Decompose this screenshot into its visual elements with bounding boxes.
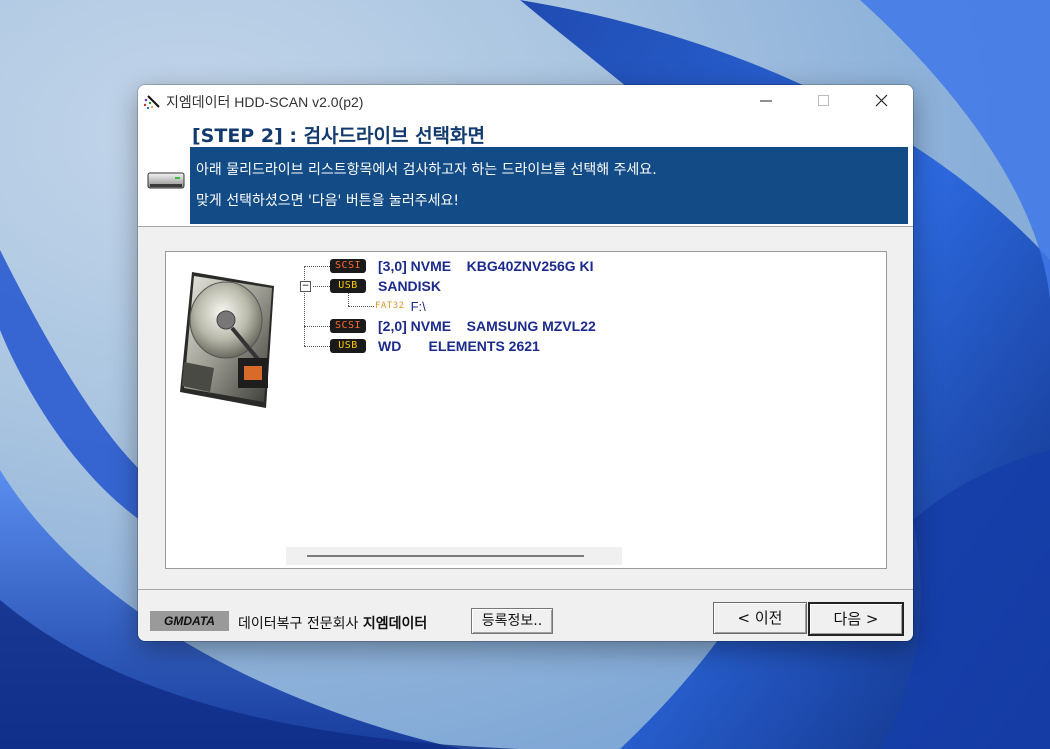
hard-drive-icon <box>147 172 185 189</box>
close-button[interactable] <box>858 85 904 116</box>
step-header: [STEP 2] : 검사드라이브 선택화면 아래 물리드라이브 리스트항목에서… <box>138 116 913 226</box>
tree-connector <box>304 266 305 346</box>
next-button[interactable]: 다음 > <box>808 602 904 636</box>
collapse-button[interactable]: − <box>300 281 311 292</box>
drive-item[interactable]: SCSI [2,0] NVME SAMSUNG MZVL22 <box>330 317 596 335</box>
hdd-photo-icon <box>180 272 274 408</box>
app-window: 지엠데이터 HDD-SCAN v2.0(p2) [STEP 2] : 검사드라이… <box>138 85 913 641</box>
brand-description: 데이터복구 전문회사 <box>238 616 359 632</box>
drive-item[interactable]: USB WD ELEMENTS 2621 <box>330 337 540 355</box>
horizontal-scrollbar[interactable] <box>286 547 622 565</box>
drive-label: [3,0] NVME KBG40ZNV256G KI <box>378 258 594 274</box>
drive-tree[interactable]: − SCSI [3,0] NVME KBG40ZNV256G KI USB SA… <box>300 255 630 365</box>
scsi-tag: SCSI <box>330 319 366 333</box>
footer-divider <box>138 589 913 590</box>
maximize-icon <box>817 95 829 106</box>
minimize-button[interactable] <box>743 85 789 116</box>
usb-tag: USB <box>330 339 366 353</box>
drive-list-panel[interactable]: − SCSI [3,0] NVME KBG40ZNV256G KI USB SA… <box>165 251 887 569</box>
window-title: 지엠데이터 HDD-SCAN v2.0(p2) <box>166 94 364 110</box>
partition-label: F:\ <box>410 298 426 314</box>
prev-button[interactable]: < 이전 <box>713 602 807 634</box>
drive-item[interactable]: USB SANDISK <box>330 277 441 295</box>
drive-label: SANDISK <box>378 278 442 294</box>
tree-connector <box>313 286 330 287</box>
drive-label: [2,0] NVME SAMSUNG MZVL22 <box>378 318 596 334</box>
maximize-button[interactable] <box>800 85 846 116</box>
brand-name: 지엠데이터 <box>362 616 428 632</box>
usb-tag: USB <box>330 279 366 293</box>
instruction-line-1: 아래 물리드라이브 리스트항목에서 검사하고자 하는 드라이브를 선택해 주세요… <box>196 162 657 178</box>
tree-connector <box>304 346 330 347</box>
tree-connector <box>304 266 330 267</box>
title-bar[interactable]: 지엠데이터 HDD-SCAN v2.0(p2) <box>138 85 913 116</box>
drive-label: WD ELEMENTS 2621 <box>378 338 540 354</box>
tree-connector <box>304 326 330 327</box>
instruction-box: 아래 물리드라이브 리스트항목에서 검사하고자 하는 드라이브를 선택해 주세요… <box>190 147 908 224</box>
instruction-line-2: 맞게 선택하셨으면 '다음' 버튼을 눌러주세요! <box>196 193 459 209</box>
footer: GMDATA 데이터복구 전문회사 지엠데이터 등록정보.. < 이전 다음 > <box>138 591 913 641</box>
step-title: [STEP 2] : 검사드라이브 선택화면 <box>192 125 485 147</box>
close-icon <box>875 94 887 107</box>
brand-text: 데이터복구 전문회사 지엠데이터 <box>238 613 427 633</box>
partition-item[interactable]: FAT32 F:\ <box>375 297 426 315</box>
minimize-icon <box>760 100 772 101</box>
fat32-tag: FAT32 <box>375 301 405 311</box>
registration-info-button[interactable]: 등록정보.. <box>471 608 553 634</box>
magic-wand-icon <box>143 95 160 110</box>
tree-connector <box>348 306 374 307</box>
gmdata-logo: GMDATA <box>150 611 229 631</box>
drive-item[interactable]: SCSI [3,0] NVME KBG40ZNV256G KI <box>330 257 594 275</box>
scsi-tag: SCSI <box>330 259 366 273</box>
header-divider <box>138 226 913 227</box>
scrollbar-thumb[interactable] <box>307 555 584 557</box>
